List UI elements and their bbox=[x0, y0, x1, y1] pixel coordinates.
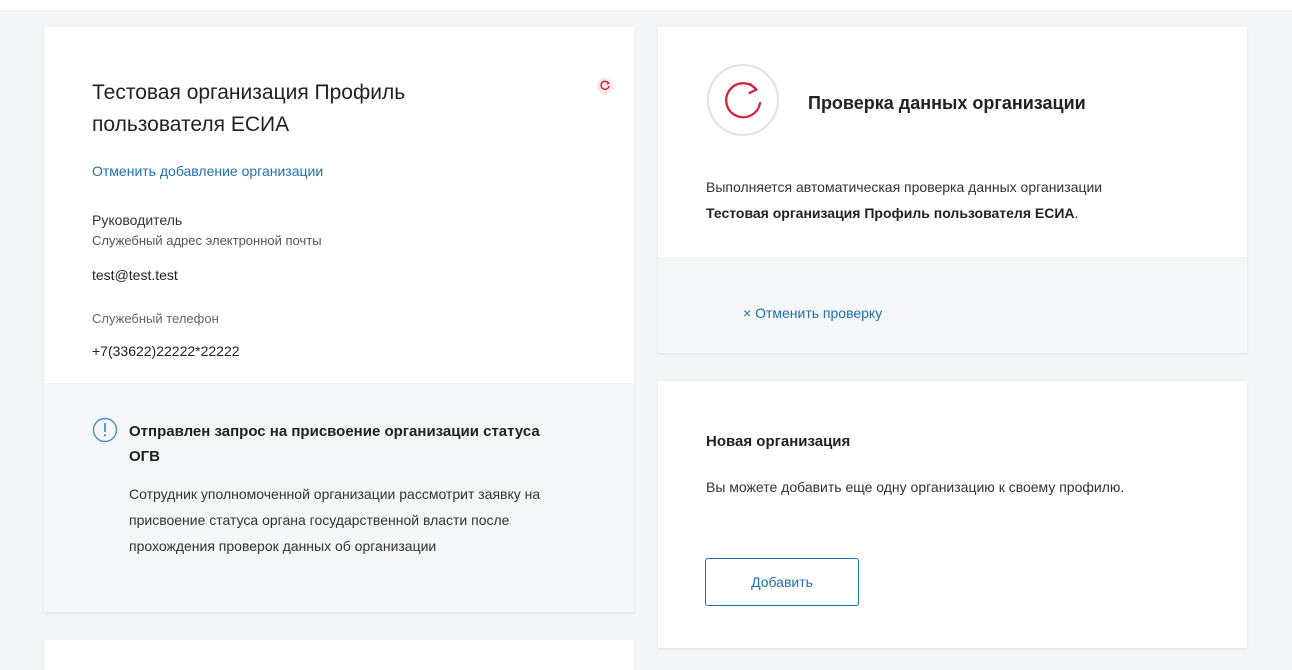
verification-org-name-bold: Тестовая организация Профиль пользовател… bbox=[706, 205, 1075, 221]
verification-footer: × Отменить проверку bbox=[658, 257, 1247, 353]
verification-org-name-suffix: . bbox=[1074, 205, 1079, 221]
verification-description: Выполняется автоматическая проверка данн… bbox=[706, 179, 1103, 195]
position-label: Руководитель bbox=[92, 212, 183, 228]
add-organization-button[interactable]: Добавить bbox=[705, 558, 859, 606]
notice-title: Отправлен запрос на присвоение организац… bbox=[129, 423, 540, 465]
status-notice: Отправлен запрос на присвоение организац… bbox=[44, 383, 634, 612]
top-strip bbox=[0, 0, 1292, 10]
next-card bbox=[44, 640, 634, 670]
email-value: test@test.test bbox=[92, 267, 178, 283]
cancel-add-organization-link[interactable]: Отменить добавление организации bbox=[92, 163, 323, 179]
verification-card: Проверка данных организации Выполняется … bbox=[658, 27, 1247, 353]
refresh-icon bbox=[706, 63, 780, 137]
new-organization-card: Новая организация Вы можете добавить еще… bbox=[658, 381, 1247, 648]
verification-title: Проверка данных организации bbox=[808, 93, 1086, 113]
verification-org-name: Тестовая организация Профиль пользовател… bbox=[706, 205, 1078, 221]
refresh-status-icon bbox=[597, 78, 613, 94]
organization-title: Тестовая организация Профиль пользовател… bbox=[92, 81, 406, 136]
new-organization-text: Вы можете добавить еще одну организацию … bbox=[706, 479, 1125, 495]
organization-details: Тестовая организация Профиль пользовател… bbox=[44, 27, 634, 383]
email-label: Служебный адрес электронной почты bbox=[92, 233, 322, 248]
new-organization-title: Новая организация bbox=[706, 433, 851, 450]
info-icon bbox=[92, 417, 118, 443]
notice-text: Сотрудник уполномоченной организации рас… bbox=[129, 486, 541, 554]
organization-card: Тестовая организация Профиль пользовател… bbox=[44, 27, 634, 612]
cancel-verification-link[interactable]: × Отменить проверку bbox=[743, 305, 882, 321]
phone-value: +7(33622)22222*22222 bbox=[92, 343, 240, 359]
phone-label: Служебный телефон bbox=[92, 311, 219, 326]
